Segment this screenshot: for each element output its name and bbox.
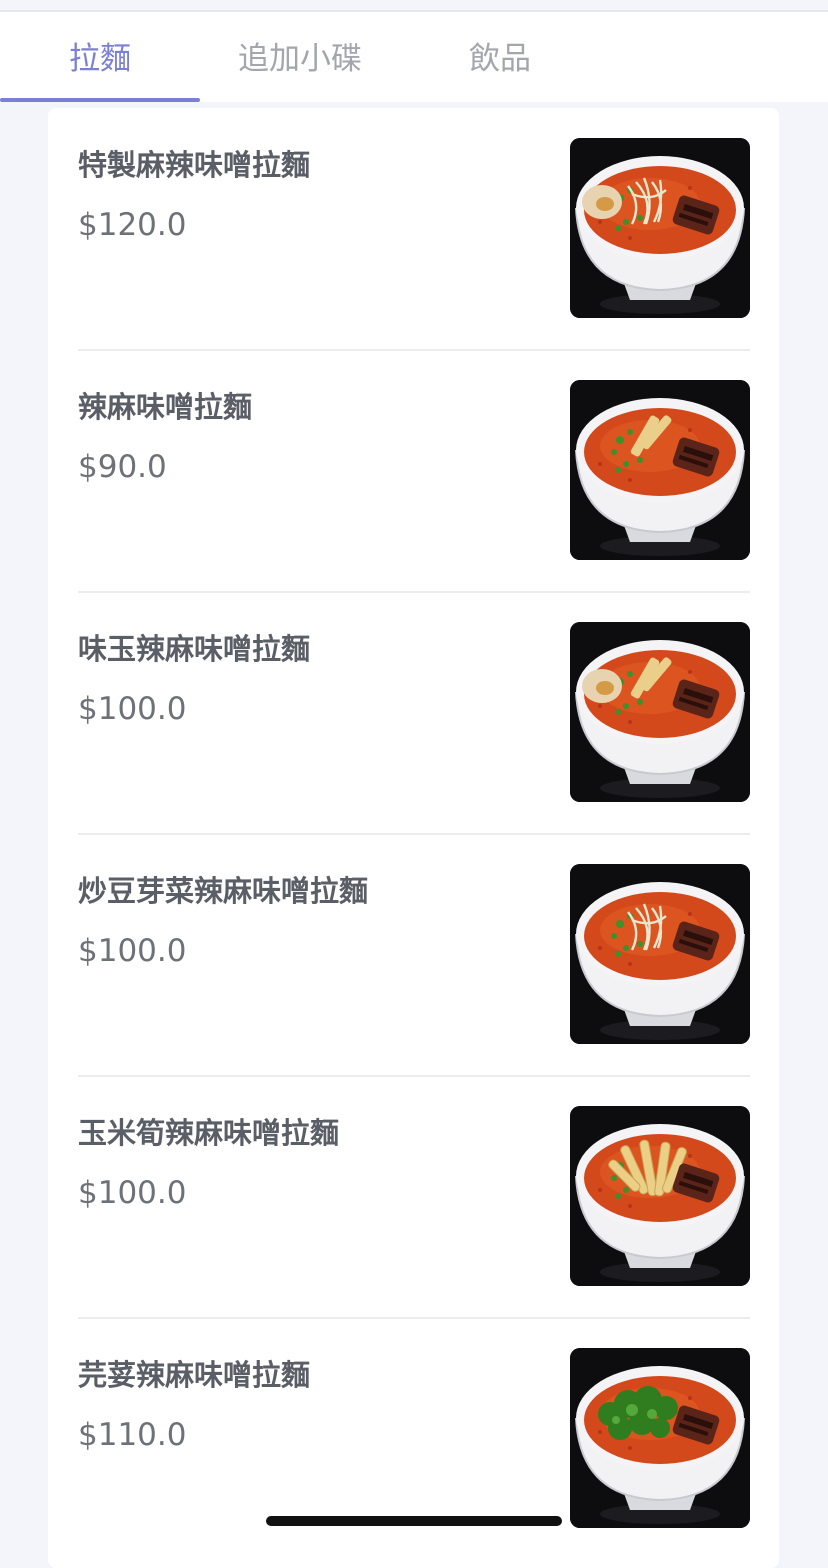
- menu-item[interactable]: 味玉辣麻味噌拉麵 $100.0: [78, 592, 750, 834]
- menu-list: 特製麻辣味噌拉麵 $120.0 辣麻味噌拉麵 $90.0 味玉辣麻味噌拉麵 $1…: [48, 108, 779, 1568]
- item-name: 特製麻辣味噌拉麵: [78, 148, 311, 182]
- item-price: $100.0: [78, 933, 187, 969]
- item-price: $100.0: [78, 1175, 187, 1211]
- item-name: 玉米筍辣麻味噌拉麵: [78, 1116, 340, 1150]
- menu-item[interactable]: 辣麻味噌拉麵 $90.0: [78, 350, 750, 592]
- tab-label: 追加小碟: [238, 40, 362, 77]
- ramen-photo[interactable]: [570, 380, 750, 560]
- ramen-photo[interactable]: [570, 864, 750, 1044]
- menu-item[interactable]: 特製麻辣味噌拉麵 $120.0: [78, 108, 750, 350]
- tab-label: 拉麵: [69, 40, 131, 77]
- tab-ramen[interactable]: 拉麵: [0, 12, 200, 102]
- tab-label: 飲品: [469, 40, 531, 77]
- item-price: $100.0: [78, 691, 187, 727]
- menu-item[interactable]: 玉米筍辣麻味噌拉麵 $100.0: [78, 1076, 750, 1318]
- ramen-photo[interactable]: [570, 622, 750, 802]
- category-tab-bar: 拉麵 追加小碟 飲品: [0, 12, 828, 102]
- tab-drinks[interactable]: 飲品: [400, 12, 600, 102]
- item-name: 芫荽辣麻味噌拉麵: [78, 1358, 311, 1392]
- item-price: $90.0: [78, 449, 167, 485]
- tab-side-dishes[interactable]: 追加小碟: [200, 12, 400, 102]
- item-name: 味玉辣麻味噌拉麵: [78, 632, 311, 666]
- home-indicator: [266, 1516, 562, 1526]
- item-name: 辣麻味噌拉麵: [78, 390, 253, 424]
- item-name: 炒豆芽菜辣麻味噌拉麵: [78, 874, 369, 908]
- menu-item[interactable]: 炒豆芽菜辣麻味噌拉麵 $100.0: [78, 834, 750, 1076]
- ramen-photo[interactable]: [570, 1348, 750, 1528]
- ramen-photo[interactable]: [570, 1106, 750, 1286]
- ramen-photo[interactable]: [570, 138, 750, 318]
- item-price: $120.0: [78, 207, 187, 243]
- item-price: $110.0: [78, 1417, 187, 1453]
